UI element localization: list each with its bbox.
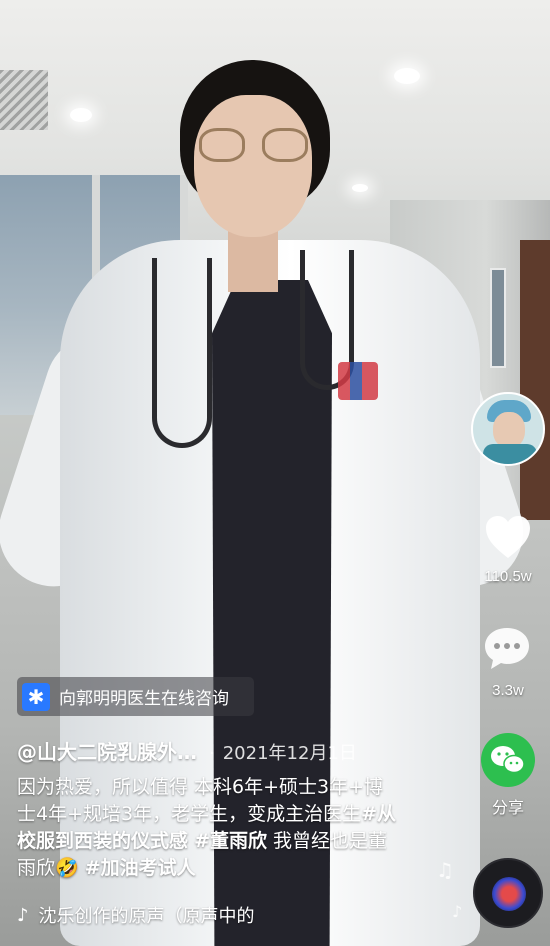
avatar-mask: [483, 444, 537, 464]
music-note-icon: ♪: [452, 902, 463, 921]
asterisk-icon: ✱: [22, 682, 50, 711]
music-note-icon: ♪: [17, 904, 29, 926]
glasses: [262, 128, 308, 162]
music-note-icon: ♫: [436, 858, 454, 882]
comment-icon: [485, 628, 529, 669]
ceiling-light: [70, 108, 92, 122]
music-disc[interactable]: [473, 858, 543, 928]
caption-text: 因为热爱，所以值得 本科6年+硕士3年+博士4年+规培3年，老学生，变成主治医生: [17, 776, 384, 825]
air-vent: [0, 70, 48, 130]
post-caption[interactable]: 因为热爱，所以值得 本科6年+硕士3年+博士4年+规培3年，老学生，变成主治医生…: [17, 774, 397, 882]
music-row[interactable]: ♪ 沈乐创作的原声（原声中的: [17, 902, 255, 928]
avatar-face: [493, 412, 525, 448]
music-title: 沈乐创作的原声（原声中的: [38, 906, 255, 927]
comment-count: 3.3w: [492, 682, 524, 699]
like-button[interactable]: [484, 514, 532, 560]
share-label: 分享: [491, 800, 524, 817]
consult-label: 向郭明明医生在线咨询: [59, 689, 229, 709]
comment-button[interactable]: [482, 625, 532, 671]
wall-frame: [490, 268, 506, 368]
post-date: 2021年12月1日: [222, 743, 357, 764]
stethoscope: [152, 258, 212, 448]
hashtag[interactable]: #加油考试人: [85, 857, 196, 879]
like-count: 110.5w: [484, 568, 532, 585]
author-avatar[interactable]: [471, 392, 545, 466]
author-name[interactable]: @山大二院乳腺外…: [17, 736, 197, 765]
disc-cover: [492, 877, 526, 911]
author-row: @山大二院乳腺外… · 2021年12月1日: [17, 736, 357, 765]
consult-banner[interactable]: ✱ 向郭明明医生在线咨询: [17, 677, 254, 716]
heart-icon: [486, 516, 530, 558]
hashtag[interactable]: #董雨欣: [194, 830, 267, 852]
ceiling-light: [394, 68, 420, 84]
door: [520, 240, 550, 520]
ceiling-light: [352, 184, 368, 192]
share-button[interactable]: [481, 733, 535, 787]
separator-dot: ·: [209, 743, 215, 764]
wechat-icon: [491, 746, 525, 774]
coat-emblem: [338, 362, 378, 400]
glasses: [199, 128, 245, 162]
face: [194, 95, 312, 237]
